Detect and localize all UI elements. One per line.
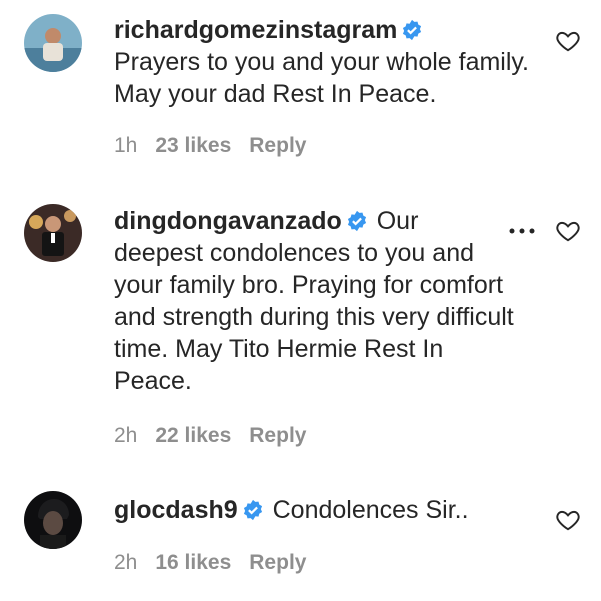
likes-count[interactable]: 22 likes (155, 424, 231, 447)
comment-timestamp: 2h (114, 551, 138, 574)
heart-outline-icon[interactable] (555, 28, 581, 54)
heart-outline-icon[interactable] (555, 507, 581, 533)
comment-timestamp: 2h (114, 424, 138, 447)
comment-text: Condolences Sir.. (272, 496, 469, 524)
likes-count[interactable]: 23 likes (155, 134, 231, 157)
reply-button[interactable]: Reply (249, 424, 306, 447)
comment-text: Our deepest condolences to you and your … (114, 207, 514, 395)
more-options-icon[interactable] (508, 226, 536, 236)
heart-outline-icon[interactable] (555, 218, 581, 244)
verified-badge-icon (242, 499, 264, 521)
comment-username[interactable]: glocdash9 (114, 496, 238, 524)
verified-badge-icon (346, 210, 368, 232)
reply-button[interactable]: Reply (249, 551, 306, 574)
comment-username[interactable]: richardgomezinstagram (114, 16, 397, 44)
avatar[interactable] (24, 491, 82, 549)
avatar[interactable] (24, 14, 82, 72)
comment-text: Prayers to you and your whole family. Ma… (114, 48, 530, 108)
comment-timestamp: 1h (114, 134, 138, 157)
reply-button[interactable]: Reply (249, 134, 306, 157)
likes-count[interactable]: 16 likes (155, 551, 231, 574)
verified-badge-icon (401, 19, 423, 41)
comment-username[interactable]: dingdongavanzado (114, 207, 342, 235)
avatar[interactable] (24, 204, 82, 262)
